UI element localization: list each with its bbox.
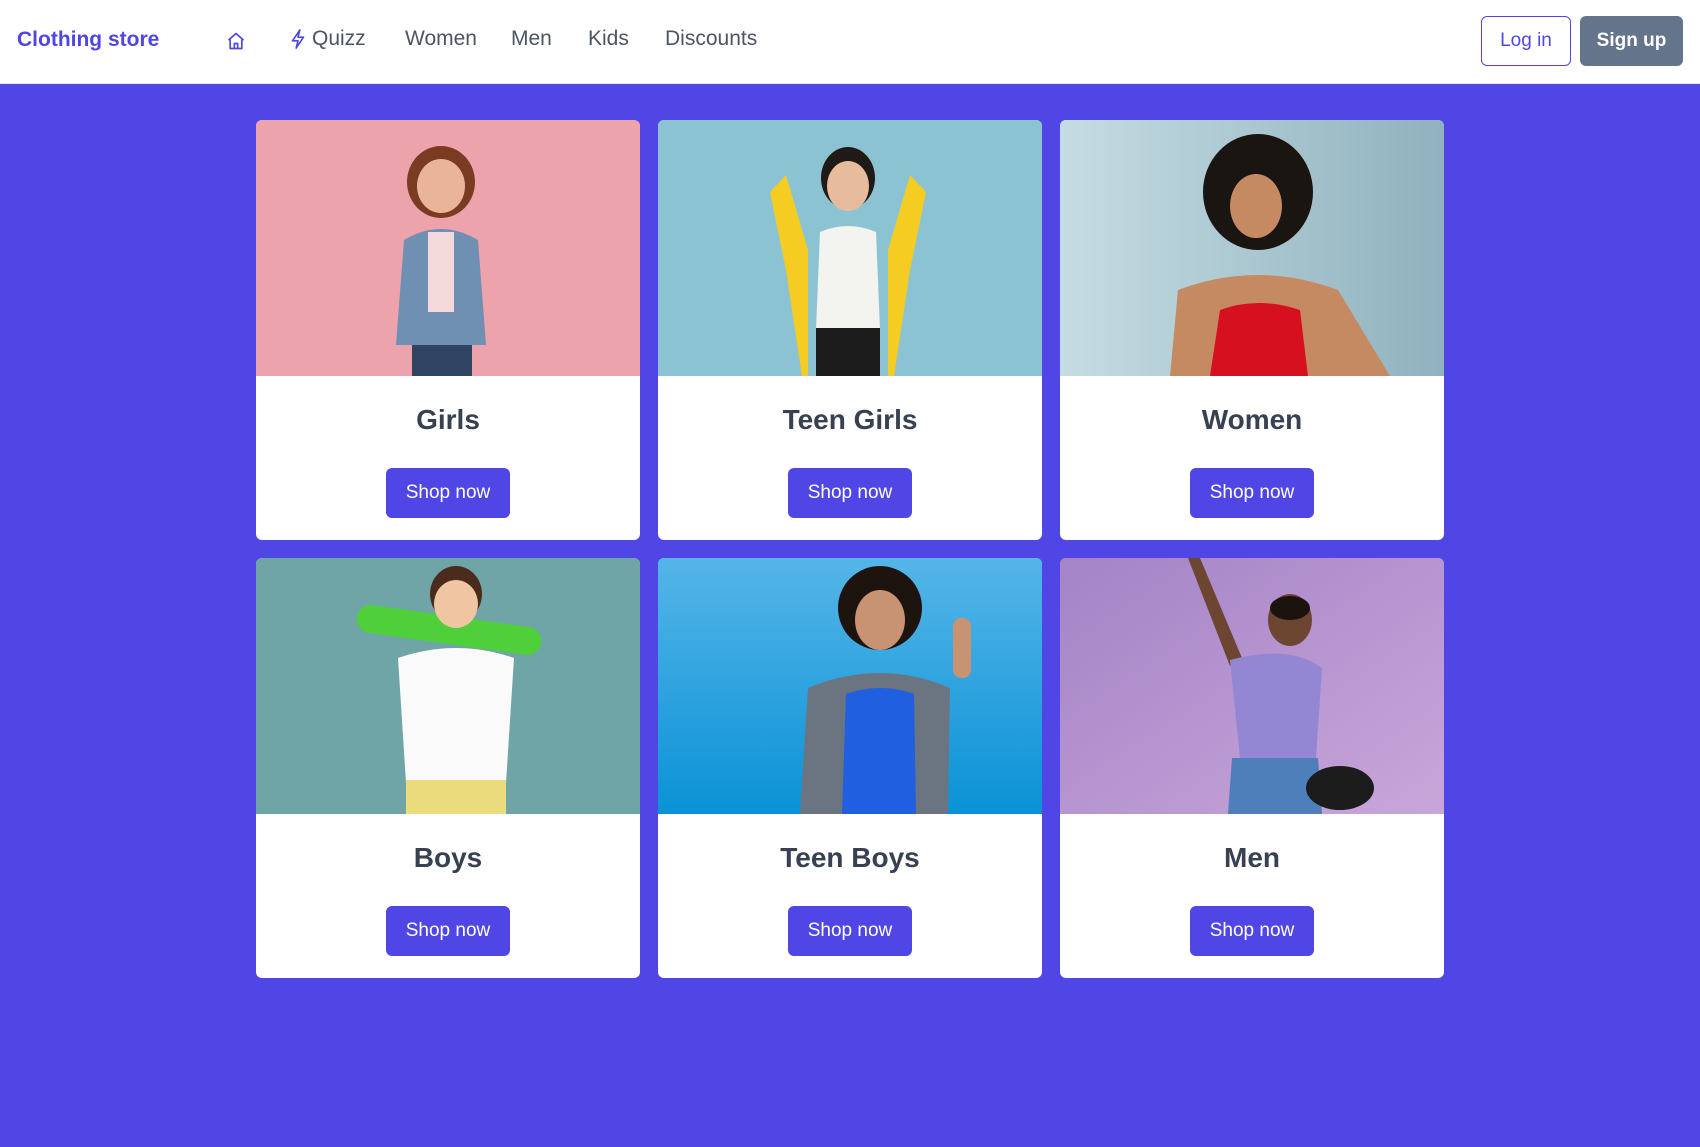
category-card-teen-boys: Teen Boys Shop now: [658, 558, 1042, 978]
nav-link-discounts[interactable]: Discounts: [665, 27, 757, 51]
category-image[interactable]: [1060, 558, 1444, 814]
nav-link-women[interactable]: Women: [405, 27, 477, 51]
category-title: Teen Boys: [780, 842, 920, 873]
nav-link-label: Quizz: [312, 27, 366, 50]
brand-logo[interactable]: Clothing store: [17, 28, 159, 52]
category-title: Girls: [416, 404, 480, 435]
category-image[interactable]: [1060, 120, 1444, 376]
nav-link-kids[interactable]: Kids: [588, 27, 629, 51]
shop-now-button[interactable]: Shop now: [788, 906, 912, 956]
nav-link-quizz[interactable]: Quizz: [290, 27, 366, 51]
category-card-men: Men Shop now: [1060, 558, 1444, 978]
category-image[interactable]: [256, 558, 640, 814]
nav-link-label: Men: [511, 27, 552, 50]
nav-link-label: Women: [405, 27, 477, 50]
login-button[interactable]: Log in: [1481, 16, 1571, 66]
nav-home[interactable]: [224, 29, 248, 53]
home-icon: [227, 32, 245, 50]
shop-now-button[interactable]: Shop now: [1190, 906, 1314, 956]
signup-button[interactable]: Sign up: [1580, 16, 1683, 66]
nav-link-men[interactable]: Men: [511, 27, 552, 51]
category-image[interactable]: [256, 120, 640, 376]
category-title: Boys: [413, 842, 483, 873]
shop-now-button[interactable]: Shop now: [788, 468, 912, 518]
category-image[interactable]: [658, 120, 1042, 376]
shop-now-button[interactable]: Shop now: [386, 468, 510, 518]
category-card-teen-girls: Teen Girls Shop now: [658, 120, 1042, 540]
category-image[interactable]: [658, 558, 1042, 814]
category-card-girls: Girls Shop now: [256, 120, 640, 540]
category-card-boys: Boys Shop now: [256, 558, 640, 978]
nav-link-label: Discounts: [665, 27, 758, 50]
lightning-icon: [291, 29, 305, 49]
category-title: Men: [1224, 842, 1280, 873]
top-navbar: Clothing store Quizz Women Men Kids Disc…: [0, 0, 1700, 84]
nav-link-label: Kids: [588, 27, 629, 50]
shop-now-button[interactable]: Shop now: [386, 906, 510, 956]
shop-now-button[interactable]: Shop now: [1190, 468, 1314, 518]
category-card-women: Women Shop now: [1060, 120, 1444, 540]
category-title: Teen Girls: [782, 404, 918, 435]
category-title: Women: [1201, 404, 1303, 435]
